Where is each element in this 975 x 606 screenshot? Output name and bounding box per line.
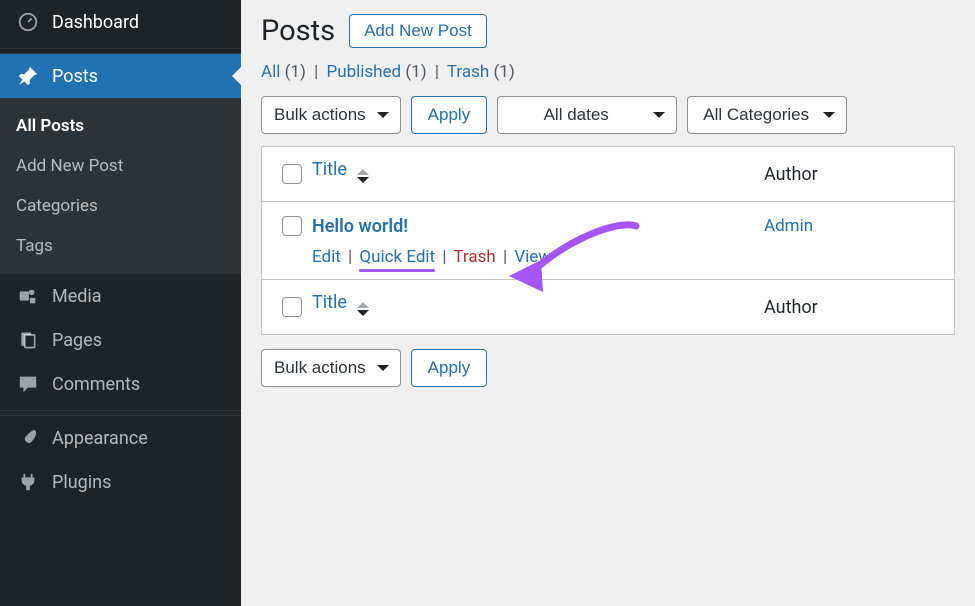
select-all-checkbox[interactable] <box>282 164 302 184</box>
admin-sidebar: Dashboard Posts All Posts Add New Post C… <box>0 0 241 606</box>
plug-icon <box>16 470 40 494</box>
separator: | <box>439 247 449 267</box>
media-icon <box>16 284 40 308</box>
status-filter-links: All (1) | Published (1) | Trash (1) <box>261 62 955 82</box>
sidebar-item-comments[interactable]: Comments <box>0 362 241 406</box>
submenu-all-posts[interactable]: All Posts <box>0 106 241 146</box>
page-header: Posts Add New Post <box>261 14 955 48</box>
sidebar-label: Posts <box>52 66 98 87</box>
quick-edit-action[interactable]: Quick Edit <box>359 247 435 267</box>
select-all-footer-checkbox[interactable] <box>282 297 302 317</box>
author-link[interactable]: Admin <box>764 216 813 236</box>
row-checkbox[interactable] <box>282 216 302 236</box>
view-action[interactable]: View <box>514 247 551 267</box>
trash-action[interactable]: Trash <box>453 247 495 267</box>
brush-icon <box>16 426 40 450</box>
filter-all-count: (1) <box>285 62 306 82</box>
apply-bulk-bottom-button[interactable]: Apply <box>411 349 488 387</box>
sidebar-label: Appearance <box>52 428 148 449</box>
sidebar-item-appearance[interactable]: Appearance <box>0 416 241 460</box>
sidebar-label: Pages <box>52 330 102 351</box>
filter-all-link[interactable]: All <box>261 62 280 82</box>
author-column-footer: Author <box>764 297 944 318</box>
date-filter-select[interactable]: All dates <box>497 96 677 134</box>
sidebar-item-plugins[interactable]: Plugins <box>0 460 241 504</box>
title-column-header[interactable]: Title <box>312 159 347 180</box>
sidebar-label: Media <box>52 286 102 307</box>
filter-published-count: (1) <box>405 62 426 82</box>
filter-published-link[interactable]: Published <box>326 62 401 82</box>
page-title: Posts <box>261 14 335 48</box>
sidebar-label: Plugins <box>52 472 111 493</box>
dashboard-icon <box>16 10 40 34</box>
submenu-categories[interactable]: Categories <box>0 186 241 226</box>
bulk-actions-bottom-select[interactable]: Bulk actions <box>261 349 401 387</box>
submenu-tags[interactable]: Tags <box>0 226 241 266</box>
separator: | <box>310 62 322 82</box>
author-column-header: Author <box>764 164 944 185</box>
sort-indicator-icon <box>357 296 369 322</box>
posts-table: Title Author Hello world! Edit | Quick E… <box>261 146 955 335</box>
filter-trash-link[interactable]: Trash <box>447 62 489 82</box>
post-title-link[interactable]: Hello world! <box>312 216 764 237</box>
pages-icon <box>16 328 40 352</box>
sidebar-item-media[interactable]: Media <box>0 274 241 318</box>
bottom-filter-row: Bulk actions Apply <box>261 349 955 387</box>
row-actions: Edit | Quick Edit | Trash | View <box>312 247 764 267</box>
posts-submenu: All Posts Add New Post Categories Tags <box>0 98 241 274</box>
separator: | <box>431 62 443 82</box>
sidebar-item-pages[interactable]: Pages <box>0 318 241 362</box>
top-filter-row: Bulk actions Apply All dates All Categor… <box>261 96 955 134</box>
main-content: Posts Add New Post All (1) | Published (… <box>241 0 975 606</box>
sort-indicator-icon <box>357 163 369 189</box>
category-filter-select[interactable]: All Categories <box>687 96 847 134</box>
separator: | <box>345 247 355 267</box>
submenu-add-new[interactable]: Add New Post <box>0 146 241 186</box>
filter-trash-count: (1) <box>493 62 514 82</box>
sidebar-label: Dashboard <box>52 12 139 33</box>
table-header-row: Title Author <box>262 147 954 202</box>
sidebar-item-dashboard[interactable]: Dashboard <box>0 0 241 44</box>
bulk-actions-select[interactable]: Bulk actions <box>261 96 401 134</box>
edit-action[interactable]: Edit <box>312 247 341 267</box>
table-footer-row: Title Author <box>262 280 954 334</box>
comments-icon <box>16 372 40 396</box>
pin-icon <box>16 64 40 88</box>
table-row: Hello world! Edit | Quick Edit | Trash |… <box>262 202 954 280</box>
title-column-footer[interactable]: Title <box>312 292 347 313</box>
sidebar-label: Comments <box>52 374 140 395</box>
add-new-post-button[interactable]: Add New Post <box>349 14 487 48</box>
separator: | <box>500 247 510 267</box>
sidebar-item-posts[interactable]: Posts <box>0 54 241 98</box>
apply-bulk-button[interactable]: Apply <box>411 96 488 134</box>
